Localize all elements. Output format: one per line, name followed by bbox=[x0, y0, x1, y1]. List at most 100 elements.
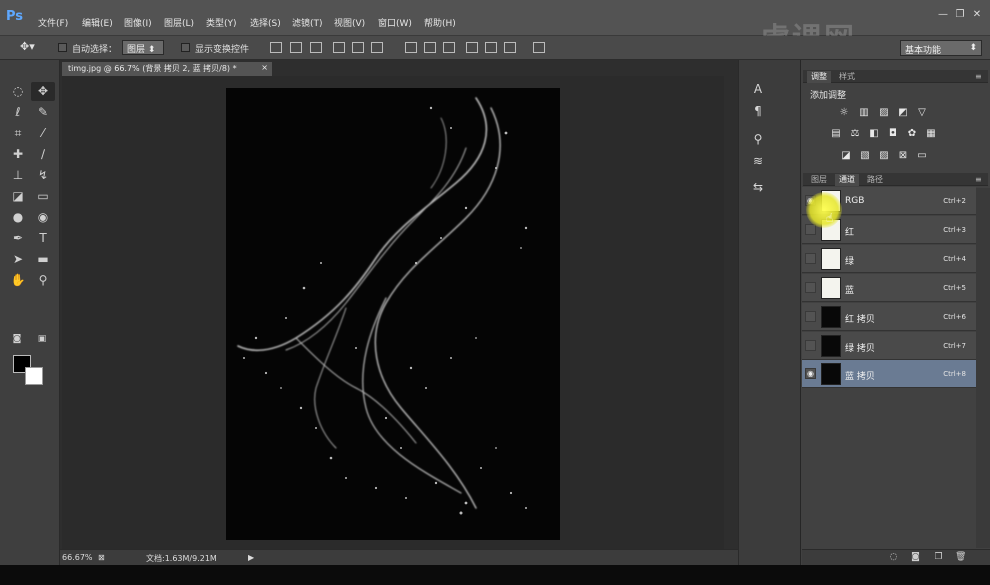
tab-paths[interactable]: 路径 bbox=[863, 174, 887, 186]
blur-tool-icon[interactable]: ● bbox=[6, 208, 30, 227]
menu-window[interactable]: 窗口(W) bbox=[378, 16, 412, 29]
restore-icon[interactable]: ❐ bbox=[953, 9, 967, 21]
channel-row-green-copy[interactable]: 绿 拷贝 Ctrl+7 bbox=[802, 332, 976, 360]
panel-menu-icon[interactable]: ≡ bbox=[971, 71, 986, 83]
channel-mixer-icon[interactable]: ✿ bbox=[906, 128, 918, 139]
close-icon[interactable]: × bbox=[261, 63, 268, 72]
eyedropper-tool-icon[interactable]: ⁄ bbox=[31, 124, 55, 143]
auto-select-dropdown[interactable]: 图层 ⬍ bbox=[122, 40, 164, 55]
panel-menu-icon[interactable]: ≡ bbox=[971, 174, 986, 186]
invert-icon[interactable]: ◪ bbox=[840, 150, 852, 161]
save-selection-icon[interactable]: ◙ bbox=[910, 552, 921, 563]
hand-tool-icon[interactable]: ✋ bbox=[6, 271, 30, 290]
photo-filter-icon[interactable]: ◘ bbox=[887, 128, 899, 139]
distribute-bottom-icon[interactable] bbox=[443, 42, 455, 53]
document-tab[interactable]: timg.jpg @ 66.7% (背景 拷贝 2, 蓝 拷贝/8) * × bbox=[62, 62, 272, 76]
eye-icon[interactable]: ◉ bbox=[805, 368, 816, 379]
character-panel-icon[interactable]: A bbox=[749, 80, 767, 98]
background-color-swatch[interactable] bbox=[25, 367, 43, 385]
lasso-tool-icon[interactable]: ℓ bbox=[6, 103, 30, 122]
eye-icon[interactable] bbox=[805, 311, 816, 322]
pen-tool-icon[interactable]: ✒ bbox=[6, 229, 30, 248]
color-balance-icon[interactable]: ⚖ bbox=[849, 128, 861, 139]
image-canvas[interactable] bbox=[226, 88, 560, 540]
selective-color-icon[interactable]: ⊠ bbox=[897, 150, 909, 161]
distribute-left-icon[interactable] bbox=[466, 42, 478, 53]
menu-filter[interactable]: 滤镜(T) bbox=[292, 16, 323, 29]
history-brush-tool-icon[interactable]: ↯ bbox=[31, 166, 55, 185]
threshold-icon[interactable]: ▨ bbox=[878, 150, 890, 161]
minimize-icon[interactable]: — bbox=[936, 9, 950, 21]
brush-tool-icon[interactable]: ∕ bbox=[31, 145, 55, 164]
screen-mode-icon[interactable]: ▣ bbox=[30, 330, 54, 349]
menu-view[interactable]: 视图(V) bbox=[334, 16, 365, 29]
tab-channels[interactable]: 通道 bbox=[835, 174, 859, 186]
distribute-vcenter-icon[interactable] bbox=[424, 42, 436, 53]
eye-icon[interactable] bbox=[805, 282, 816, 293]
load-selection-icon[interactable]: ◌ bbox=[888, 552, 899, 563]
channel-row-blue[interactable]: 蓝 Ctrl+5 bbox=[802, 274, 976, 302]
clone-source-panel-icon[interactable]: ⇆ bbox=[749, 178, 767, 196]
levels-icon[interactable]: ▥ bbox=[858, 107, 870, 118]
quick-mask-icon[interactable]: ◙ bbox=[5, 330, 29, 349]
shape-tool-icon[interactable]: ▬ bbox=[31, 250, 55, 269]
show-transform-checkbox[interactable] bbox=[181, 43, 190, 52]
align-right-icon[interactable] bbox=[371, 42, 383, 53]
tab-layers[interactable]: 图层 bbox=[807, 174, 831, 186]
align-hcenter-icon[interactable] bbox=[352, 42, 364, 53]
curves-icon[interactable]: ▨ bbox=[878, 107, 890, 118]
auto-select-checkbox[interactable] bbox=[58, 43, 67, 52]
align-vcenter-icon[interactable] bbox=[290, 42, 302, 53]
brush-panel-icon[interactable]: ≋ bbox=[749, 152, 767, 170]
channels-scrollbar[interactable] bbox=[976, 188, 990, 548]
vibrance-icon[interactable]: ▽ bbox=[916, 107, 928, 118]
healing-brush-tool-icon[interactable]: ✚ bbox=[6, 145, 30, 164]
brightness-icon[interactable]: ☼ bbox=[838, 107, 850, 118]
delete-channel-icon[interactable]: 🗑 bbox=[955, 552, 966, 563]
menu-help[interactable]: 帮助(H) bbox=[424, 16, 456, 29]
eye-icon[interactable] bbox=[805, 253, 816, 264]
distribute-top-icon[interactable] bbox=[405, 42, 417, 53]
distribute-hcenter-icon[interactable] bbox=[485, 42, 497, 53]
posterize-icon[interactable]: ▧ bbox=[859, 150, 871, 161]
eye-icon[interactable] bbox=[805, 340, 816, 351]
quick-select-tool-icon[interactable]: ✎ bbox=[31, 103, 55, 122]
zoom-level[interactable]: 66.67% bbox=[62, 553, 93, 562]
status-menu-arrow-icon[interactable]: ▶ bbox=[248, 553, 254, 562]
crop-tool-icon[interactable]: ⌗ bbox=[6, 124, 30, 143]
menu-layer[interactable]: 图层(L) bbox=[164, 16, 194, 29]
auto-align-icon[interactable] bbox=[533, 42, 545, 53]
align-left-icon[interactable] bbox=[333, 42, 345, 53]
eraser-tool-icon[interactable]: ◪ bbox=[6, 187, 30, 206]
clone-stamp-tool-icon[interactable]: ⊥ bbox=[6, 166, 30, 185]
path-select-tool-icon[interactable]: ➤ bbox=[6, 250, 30, 269]
channel-row-blue-copy[interactable]: ◉ 蓝 拷贝 Ctrl+8 bbox=[802, 360, 976, 388]
menu-edit[interactable]: 编辑(E) bbox=[82, 16, 113, 29]
hue-saturation-icon[interactable]: ▤ bbox=[830, 128, 842, 139]
gradient-map-icon[interactable]: ▭ bbox=[916, 150, 928, 161]
new-channel-icon[interactable]: ❐ bbox=[933, 552, 944, 563]
exposure-icon[interactable]: ◩ bbox=[897, 107, 909, 118]
type-tool-icon[interactable]: T bbox=[31, 229, 55, 248]
color-lookup-icon[interactable]: ▦ bbox=[925, 128, 937, 139]
channel-row-red-copy[interactable]: 红 拷贝 Ctrl+6 bbox=[802, 303, 976, 331]
align-top-icon[interactable] bbox=[270, 42, 282, 53]
close-icon[interactable]: ✕ bbox=[970, 9, 984, 21]
workspace-dropdown[interactable]: 基本功能 ⬍ bbox=[900, 40, 982, 56]
marquee-tool-icon[interactable]: ◌ bbox=[6, 82, 30, 101]
menu-file[interactable]: 文件(F) bbox=[38, 16, 68, 29]
black-white-icon[interactable]: ◧ bbox=[868, 128, 880, 139]
align-bottom-icon[interactable] bbox=[310, 42, 322, 53]
menu-select[interactable]: 选择(S) bbox=[250, 16, 281, 29]
gradient-tool-icon[interactable]: ▭ bbox=[31, 187, 55, 206]
distribute-right-icon[interactable] bbox=[504, 42, 516, 53]
tool-presets-panel-icon[interactable]: ⚲ bbox=[749, 130, 767, 148]
menu-image[interactable]: 图像(I) bbox=[124, 16, 152, 29]
channel-row-green[interactable]: 绿 Ctrl+4 bbox=[802, 245, 976, 273]
dodge-tool-icon[interactable]: ◉ bbox=[31, 208, 55, 227]
move-tool-icon[interactable]: ✥ bbox=[31, 82, 55, 101]
menu-type[interactable]: 类型(Y) bbox=[206, 16, 237, 29]
tab-styles[interactable]: 样式 bbox=[835, 71, 859, 83]
move-tool-icon[interactable]: ✥▾ bbox=[20, 40, 35, 53]
tab-adjustments[interactable]: 调整 bbox=[807, 71, 831, 83]
